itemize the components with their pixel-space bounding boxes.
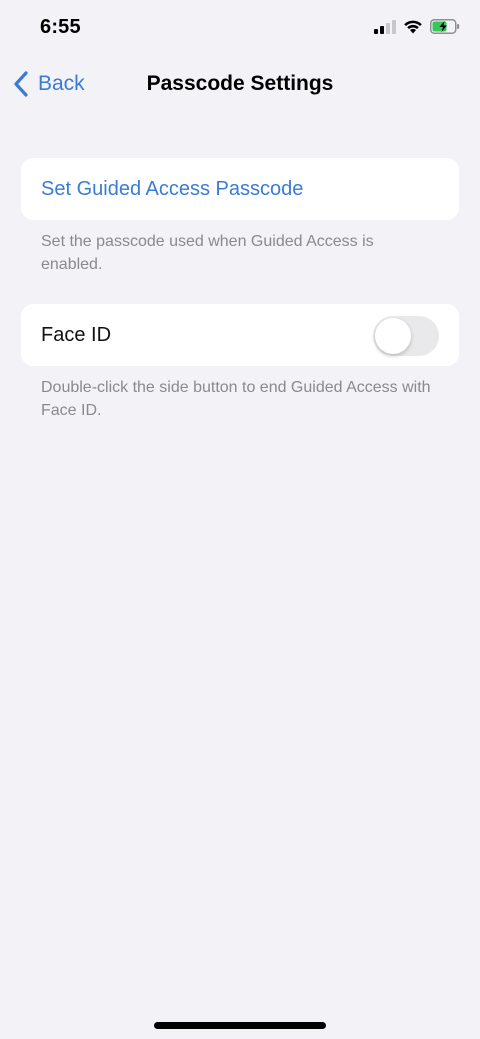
wifi-icon: [403, 19, 423, 39]
home-indicator[interactable]: [154, 1022, 326, 1029]
faceid-footnote: Double-click the side button to end Guid…: [41, 379, 431, 419]
status-icons: [374, 19, 460, 39]
status-bar: 6:55: [0, 0, 480, 58]
faceid-settings-group: Face ID: [21, 304, 459, 366]
passcode-settings-group: Set Guided Access Passcode: [21, 158, 459, 220]
status-time: 6:55: [40, 16, 81, 38]
faceid-label: Face ID: [41, 323, 112, 346]
faceid-toggle[interactable]: [373, 316, 439, 356]
navigation-bar: Back Passcode Settings: [0, 58, 480, 112]
set-passcode-row[interactable]: Set Guided Access Passcode: [21, 158, 459, 220]
battery-charging-icon: [430, 19, 460, 39]
toggle-knob: [375, 318, 411, 354]
set-passcode-button[interactable]: Set Guided Access Passcode: [41, 178, 303, 201]
passcode-footnote: Set the passcode used when Guided Access…: [41, 233, 374, 273]
page-title: Passcode Settings: [146, 72, 334, 95]
cellular-signal-icon: [374, 19, 396, 39]
faceid-row: Face ID: [21, 304, 459, 366]
